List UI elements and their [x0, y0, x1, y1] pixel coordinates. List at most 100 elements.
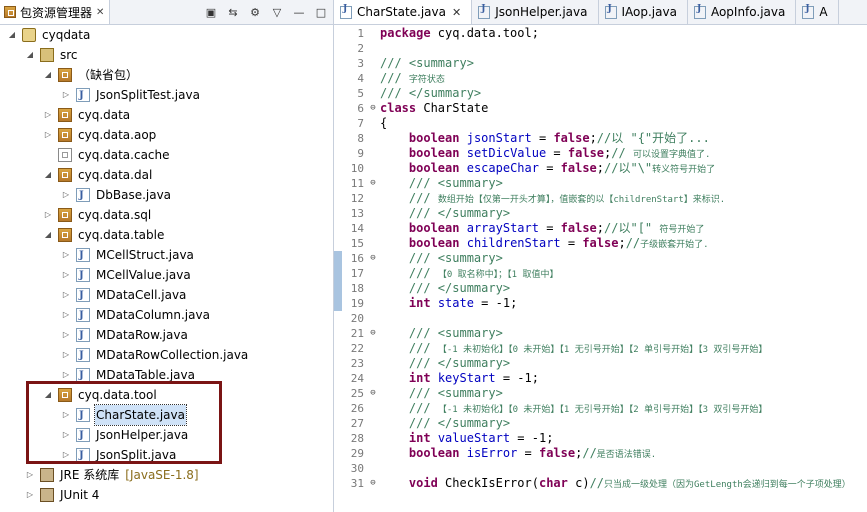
tree-item[interactable]: ◢ cyq.data.table	[42, 225, 165, 245]
tree-item[interactable]: ◢ cyqdata	[6, 25, 91, 45]
tree-item[interactable]: ▷ MDataRowCollection.java	[60, 345, 249, 366]
fold-toggle-icon[interactable]: ⊖	[368, 176, 378, 191]
code-token: //以"\"	[604, 161, 653, 175]
fold-toggle-icon[interactable]: ⊖	[368, 101, 378, 116]
tree-item-label: cyq.data.table	[78, 228, 165, 242]
expanded-arrow-icon[interactable]: ◢	[24, 49, 36, 61]
tree-item-label: cyq.data.cache	[78, 148, 170, 162]
collapsed-arrow-icon[interactable]: ▷	[24, 489, 36, 501]
close-icon[interactable]: ✕	[452, 6, 461, 19]
code-token: keyStart	[437, 371, 496, 385]
collapsed-arrow-icon[interactable]: ▷	[42, 109, 54, 121]
fold-toggle-icon[interactable]: ⊖	[368, 326, 378, 341]
package-icon	[58, 68, 72, 82]
line-number: 25	[350, 387, 364, 400]
collapsed-arrow-icon[interactable]: ▷	[60, 329, 72, 341]
java-file-icon	[76, 86, 90, 106]
link-with-editor-icon[interactable]: ⇆	[225, 4, 241, 20]
line-number: 3	[357, 57, 364, 70]
fold-gutter	[368, 146, 378, 161]
collapsed-arrow-icon[interactable]: ▷	[60, 289, 72, 301]
code-line: 26 /// 【-1 未初始化】【0 未开始】【1 无引号开始】【2 单引号开始…	[334, 401, 768, 416]
filter-icon[interactable]: ⚙	[247, 4, 263, 20]
editor-tab[interactable]: JsonHelper.java	[472, 0, 599, 24]
expanded-arrow-icon[interactable]: ◢	[42, 169, 54, 181]
code-text: {	[378, 116, 387, 131]
editor-tab[interactable]: AopInfo.java	[688, 0, 797, 24]
tree-item[interactable]: ▷ cyq.data	[42, 105, 131, 125]
code-token: class	[380, 101, 417, 115]
collapsed-arrow-icon[interactable]: ▷	[60, 249, 72, 261]
java-file-icon	[340, 4, 352, 19]
tab-package-explorer[interactable]: 包资源管理器 ✕	[0, 0, 110, 24]
tree-item[interactable]: ▷ DbBase.java	[60, 185, 172, 206]
collapsed-arrow-icon[interactable]: ▷	[60, 189, 72, 201]
source-folder-icon	[40, 48, 54, 62]
code-text: /// <summary>	[378, 326, 503, 341]
collapsed-arrow-icon[interactable]: ▷	[42, 209, 54, 221]
tree-item-label: MDataCell.java	[96, 288, 187, 302]
collapsed-arrow-icon[interactable]: ▷	[60, 349, 72, 361]
fold-toggle-icon[interactable]: ⊖	[368, 251, 378, 266]
tree-item[interactable]: ▷ cyq.data.sql	[42, 205, 152, 225]
code-text: /// <summary>	[378, 176, 503, 191]
tree-item[interactable]: ▷ JUnit 4	[24, 485, 100, 505]
tree-item[interactable]: ▷ MDataColumn.java	[60, 305, 211, 326]
editor-tab[interactable]: CharState.java ✕	[334, 0, 473, 24]
tree-item[interactable]: ◢ cyq.data.dal	[42, 165, 153, 185]
collapsed-arrow-icon[interactable]: ▷	[60, 369, 72, 381]
tree-item[interactable]: ◢ （缺省包）	[42, 65, 139, 85]
code-token: =	[546, 146, 568, 160]
editor-tab[interactable]: IAop.java	[599, 0, 688, 24]
tree-item[interactable]: ▷ MDataCell.java	[60, 285, 187, 306]
collapsed-arrow-icon[interactable]: ▷	[60, 269, 72, 281]
code-token: arrayStart	[466, 221, 539, 235]
code-token: escapeChar	[466, 161, 539, 175]
line-number: 1	[357, 27, 364, 40]
tree-item[interactable]: ▷ MCellValue.java	[60, 265, 192, 286]
minimize-icon[interactable]: —	[291, 4, 307, 20]
explorer-toolbar: ▣ ⇆ ⚙ ▽ — □	[203, 4, 329, 20]
editor-tab-label: CharState.java	[357, 5, 446, 19]
tree-item[interactable]: ▷ JRE 系统库 [JavaSE-1.8]	[24, 465, 200, 485]
fold-toggle-icon[interactable]: ⊖	[368, 386, 378, 401]
code-text: class CharState	[378, 101, 488, 116]
fold-gutter	[368, 341, 378, 356]
line-number: 12	[350, 192, 364, 205]
tree-item[interactable]: ▷ MCellStruct.java	[60, 245, 195, 266]
editor-tab[interactable]: A	[796, 0, 839, 24]
package-icon	[58, 208, 72, 222]
fold-toggle-icon[interactable]: ⊖	[368, 476, 378, 491]
code-token: false	[582, 236, 619, 250]
tree-item[interactable]: ▷ cyq.data.aop	[42, 125, 157, 145]
view-menu-icon[interactable]: ▽	[269, 4, 285, 20]
collapsed-arrow-icon[interactable]: ▷	[42, 129, 54, 141]
code-text: package cyq.data.tool;	[378, 26, 539, 41]
tree-item[interactable]: ◢ src	[24, 45, 79, 65]
collapsed-arrow-icon[interactable]: ▷	[24, 469, 36, 481]
code-token: /// <summary>	[408, 251, 503, 265]
maximize-icon[interactable]: □	[313, 4, 329, 20]
expanded-arrow-icon[interactable]: ◢	[42, 69, 54, 81]
collapsed-arrow-icon[interactable]: ▷	[60, 309, 72, 321]
expanded-arrow-icon[interactable]: ◢	[42, 229, 54, 241]
package-icon	[58, 128, 72, 142]
tree-item[interactable]: cyq.data.cache	[42, 145, 171, 165]
collapsed-arrow-icon[interactable]: ▷	[60, 89, 72, 101]
code-text: /// </summary>	[378, 356, 510, 371]
collapse-all-icon[interactable]: ▣	[203, 4, 219, 20]
tree-item[interactable]: ▷ MDataRow.java	[60, 325, 189, 346]
fold-gutter	[368, 131, 378, 146]
tree-item[interactable]: ▷ JsonSplitTest.java	[60, 85, 201, 106]
code-token: false	[560, 161, 597, 175]
code-text: /// <summary>	[378, 386, 503, 401]
code-token: valueStart	[437, 431, 511, 445]
code-token: /// </summary>	[408, 206, 511, 220]
close-icon[interactable]: ✕	[96, 7, 104, 18]
expanded-arrow-icon[interactable]: ◢	[6, 29, 18, 41]
